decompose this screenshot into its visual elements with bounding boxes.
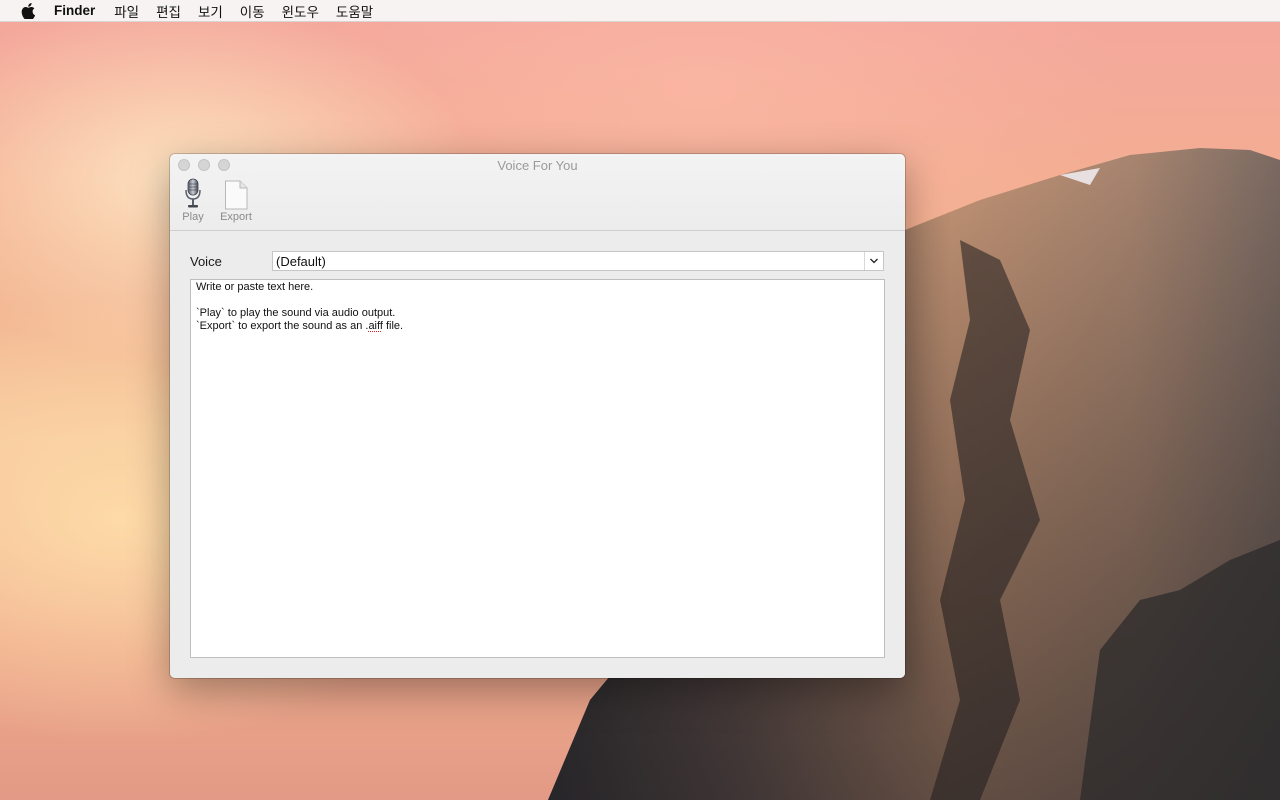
menu-file[interactable]: 파일 bbox=[114, 1, 139, 21]
text-line: `Export` to export the sound as an .aiff… bbox=[196, 320, 879, 333]
play-label: Play bbox=[182, 211, 204, 223]
text-input-area[interactable]: Write or paste text here. `Play` to play… bbox=[190, 279, 885, 658]
menu-view[interactable]: 보기 bbox=[198, 1, 223, 21]
voice-select[interactable]: (Default) bbox=[272, 251, 884, 271]
menu-help[interactable]: 도움말 bbox=[336, 1, 373, 21]
text-line-suffix: file. bbox=[382, 320, 404, 332]
menu-finder[interactable]: Finder bbox=[54, 3, 95, 18]
text-line-prefix: `Export` to export the sound as an . bbox=[196, 320, 369, 332]
microphone-icon bbox=[185, 178, 201, 208]
voice-label: Voice bbox=[190, 254, 222, 269]
voice-for-you-window: Voice For You Play Export Voice (Default… bbox=[170, 154, 905, 678]
export-button[interactable]: Export bbox=[215, 178, 257, 223]
play-button[interactable]: Play bbox=[172, 178, 214, 223]
menu-window[interactable]: 윈도우 bbox=[282, 1, 319, 21]
menu-edit[interactable]: 편집 bbox=[156, 1, 181, 21]
menu-bar: Finder 파일 편집 보기 이동 윈도우 도움말 bbox=[0, 0, 1280, 22]
menu-go[interactable]: 이동 bbox=[240, 1, 265, 21]
document-icon bbox=[225, 180, 248, 210]
text-blank-line bbox=[196, 294, 879, 307]
text-line: Write or paste text here. bbox=[196, 281, 314, 293]
apple-logo-icon[interactable] bbox=[20, 2, 36, 19]
misspelled-word: aiff bbox=[368, 320, 383, 332]
window-content: Voice (Default) Write or paste text here… bbox=[170, 231, 905, 678]
export-label: Export bbox=[220, 211, 252, 223]
window-titlebar[interactable]: Voice For You Play Export bbox=[170, 154, 905, 231]
chevron-down-icon[interactable] bbox=[864, 252, 883, 270]
window-title: Voice For You bbox=[497, 158, 578, 173]
text-line: `Play` to play the sound via audio outpu… bbox=[196, 307, 396, 319]
voice-select-value: (Default) bbox=[276, 254, 326, 269]
